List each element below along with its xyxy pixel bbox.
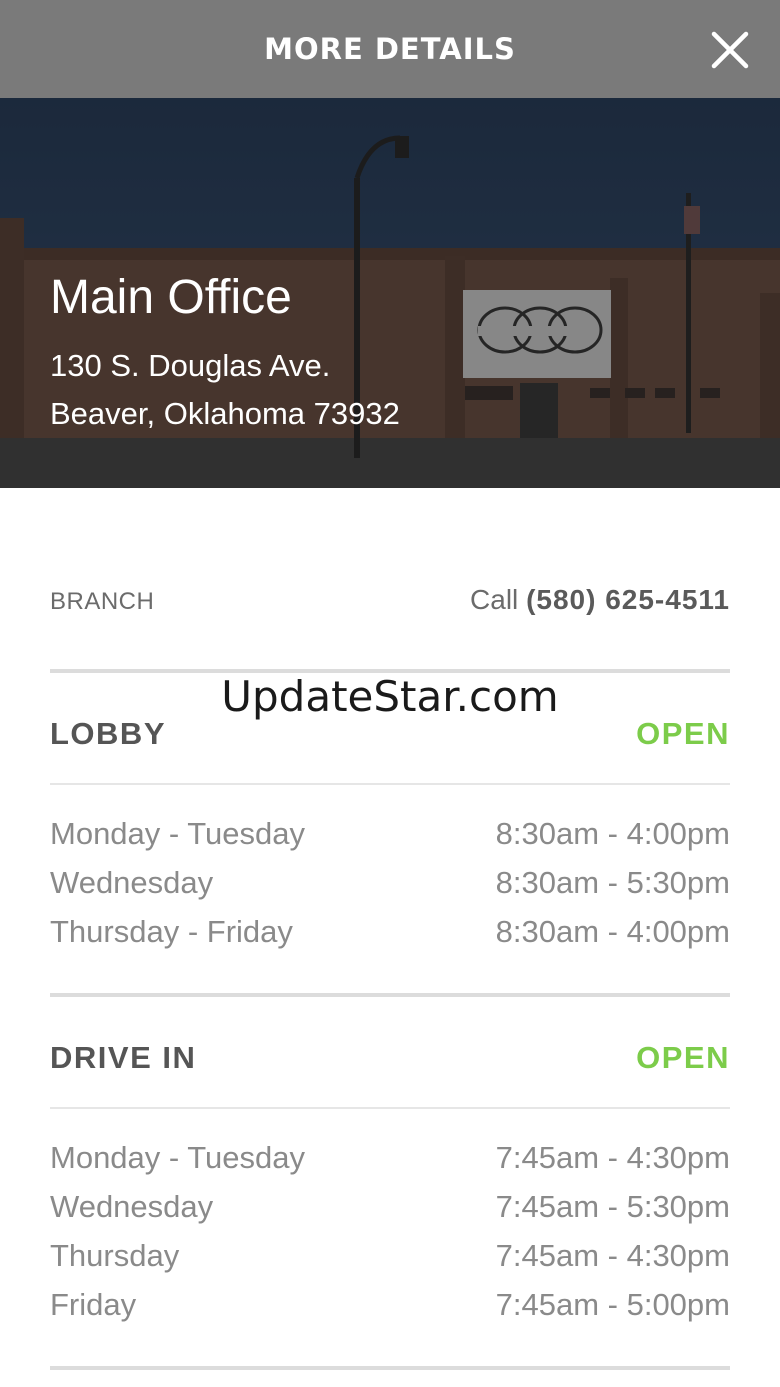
hours-time: 8:30am - 5:30pm: [495, 865, 730, 900]
hours-row: Thursday - Friday 8:30am - 4:00pm: [50, 914, 730, 954]
phone-number[interactable]: (580) 625-4511: [526, 584, 730, 615]
drive-in-header: DRIVE IN OPEN: [50, 1040, 730, 1080]
hours-day: Monday - Tuesday: [50, 816, 306, 851]
address-line-2: Beaver, Oklahoma 73932: [50, 396, 400, 431]
call-prefix: Call: [470, 584, 519, 615]
branch-hero: Main Office 130 S. Douglas Ave. Beaver, …: [0, 98, 780, 488]
hours-row: Wednesday 7:45am - 5:30pm: [50, 1189, 730, 1229]
hours-row: Monday - Tuesday 8:30am - 4:00pm: [50, 816, 730, 856]
hours-time: 7:45am - 5:00pm: [495, 1287, 730, 1322]
divider: [50, 1366, 730, 1370]
status-badge: OPEN: [636, 1040, 730, 1075]
hours-row: Wednesday 8:30am - 5:30pm: [50, 865, 730, 905]
branch-label: BRANCH: [50, 588, 155, 615]
close-icon[interactable]: [708, 28, 752, 72]
watermark: UpdateStar.com: [221, 672, 559, 721]
hours-day: Thursday - Friday: [50, 914, 293, 949]
call-link[interactable]: Call (580) 625-4511: [470, 584, 730, 616]
section-title: DRIVE IN: [50, 1040, 197, 1075]
section-title: LOBBY: [50, 716, 166, 751]
divider: [50, 1107, 730, 1109]
hours-row: Monday - Tuesday 7:45am - 4:30pm: [50, 1140, 730, 1180]
hours-day: Wednesday: [50, 1189, 214, 1224]
branch-row: BRANCH Call (580) 625-4511: [50, 584, 730, 620]
hours-row: Thursday 7:45am - 4:30pm: [50, 1238, 730, 1278]
hours-time: 7:45am - 4:30pm: [495, 1140, 730, 1175]
status-badge: OPEN: [636, 716, 730, 751]
header-bar: MORE DETAILS: [0, 0, 780, 98]
page-title: MORE DETAILS: [264, 32, 516, 66]
branch-name: Main Office: [50, 271, 292, 324]
lobby-header: LOBBY OPEN: [50, 716, 730, 756]
hours-day: Friday: [50, 1287, 137, 1322]
hours-day: Thursday: [50, 1238, 180, 1273]
hours-time: 7:45am - 4:30pm: [495, 1238, 730, 1273]
hours-time: 7:45am - 5:30pm: [495, 1189, 730, 1224]
hours-time: 8:30am - 4:00pm: [495, 914, 730, 949]
divider: [50, 783, 730, 785]
hours-day: Monday - Tuesday: [50, 1140, 306, 1175]
address-line-1: 130 S. Douglas Ave.: [50, 348, 331, 383]
divider: [50, 993, 730, 997]
hours-row: Friday 7:45am - 5:00pm: [50, 1287, 730, 1327]
hours-day: Wednesday: [50, 865, 214, 900]
hours-time: 8:30am - 4:00pm: [495, 816, 730, 851]
